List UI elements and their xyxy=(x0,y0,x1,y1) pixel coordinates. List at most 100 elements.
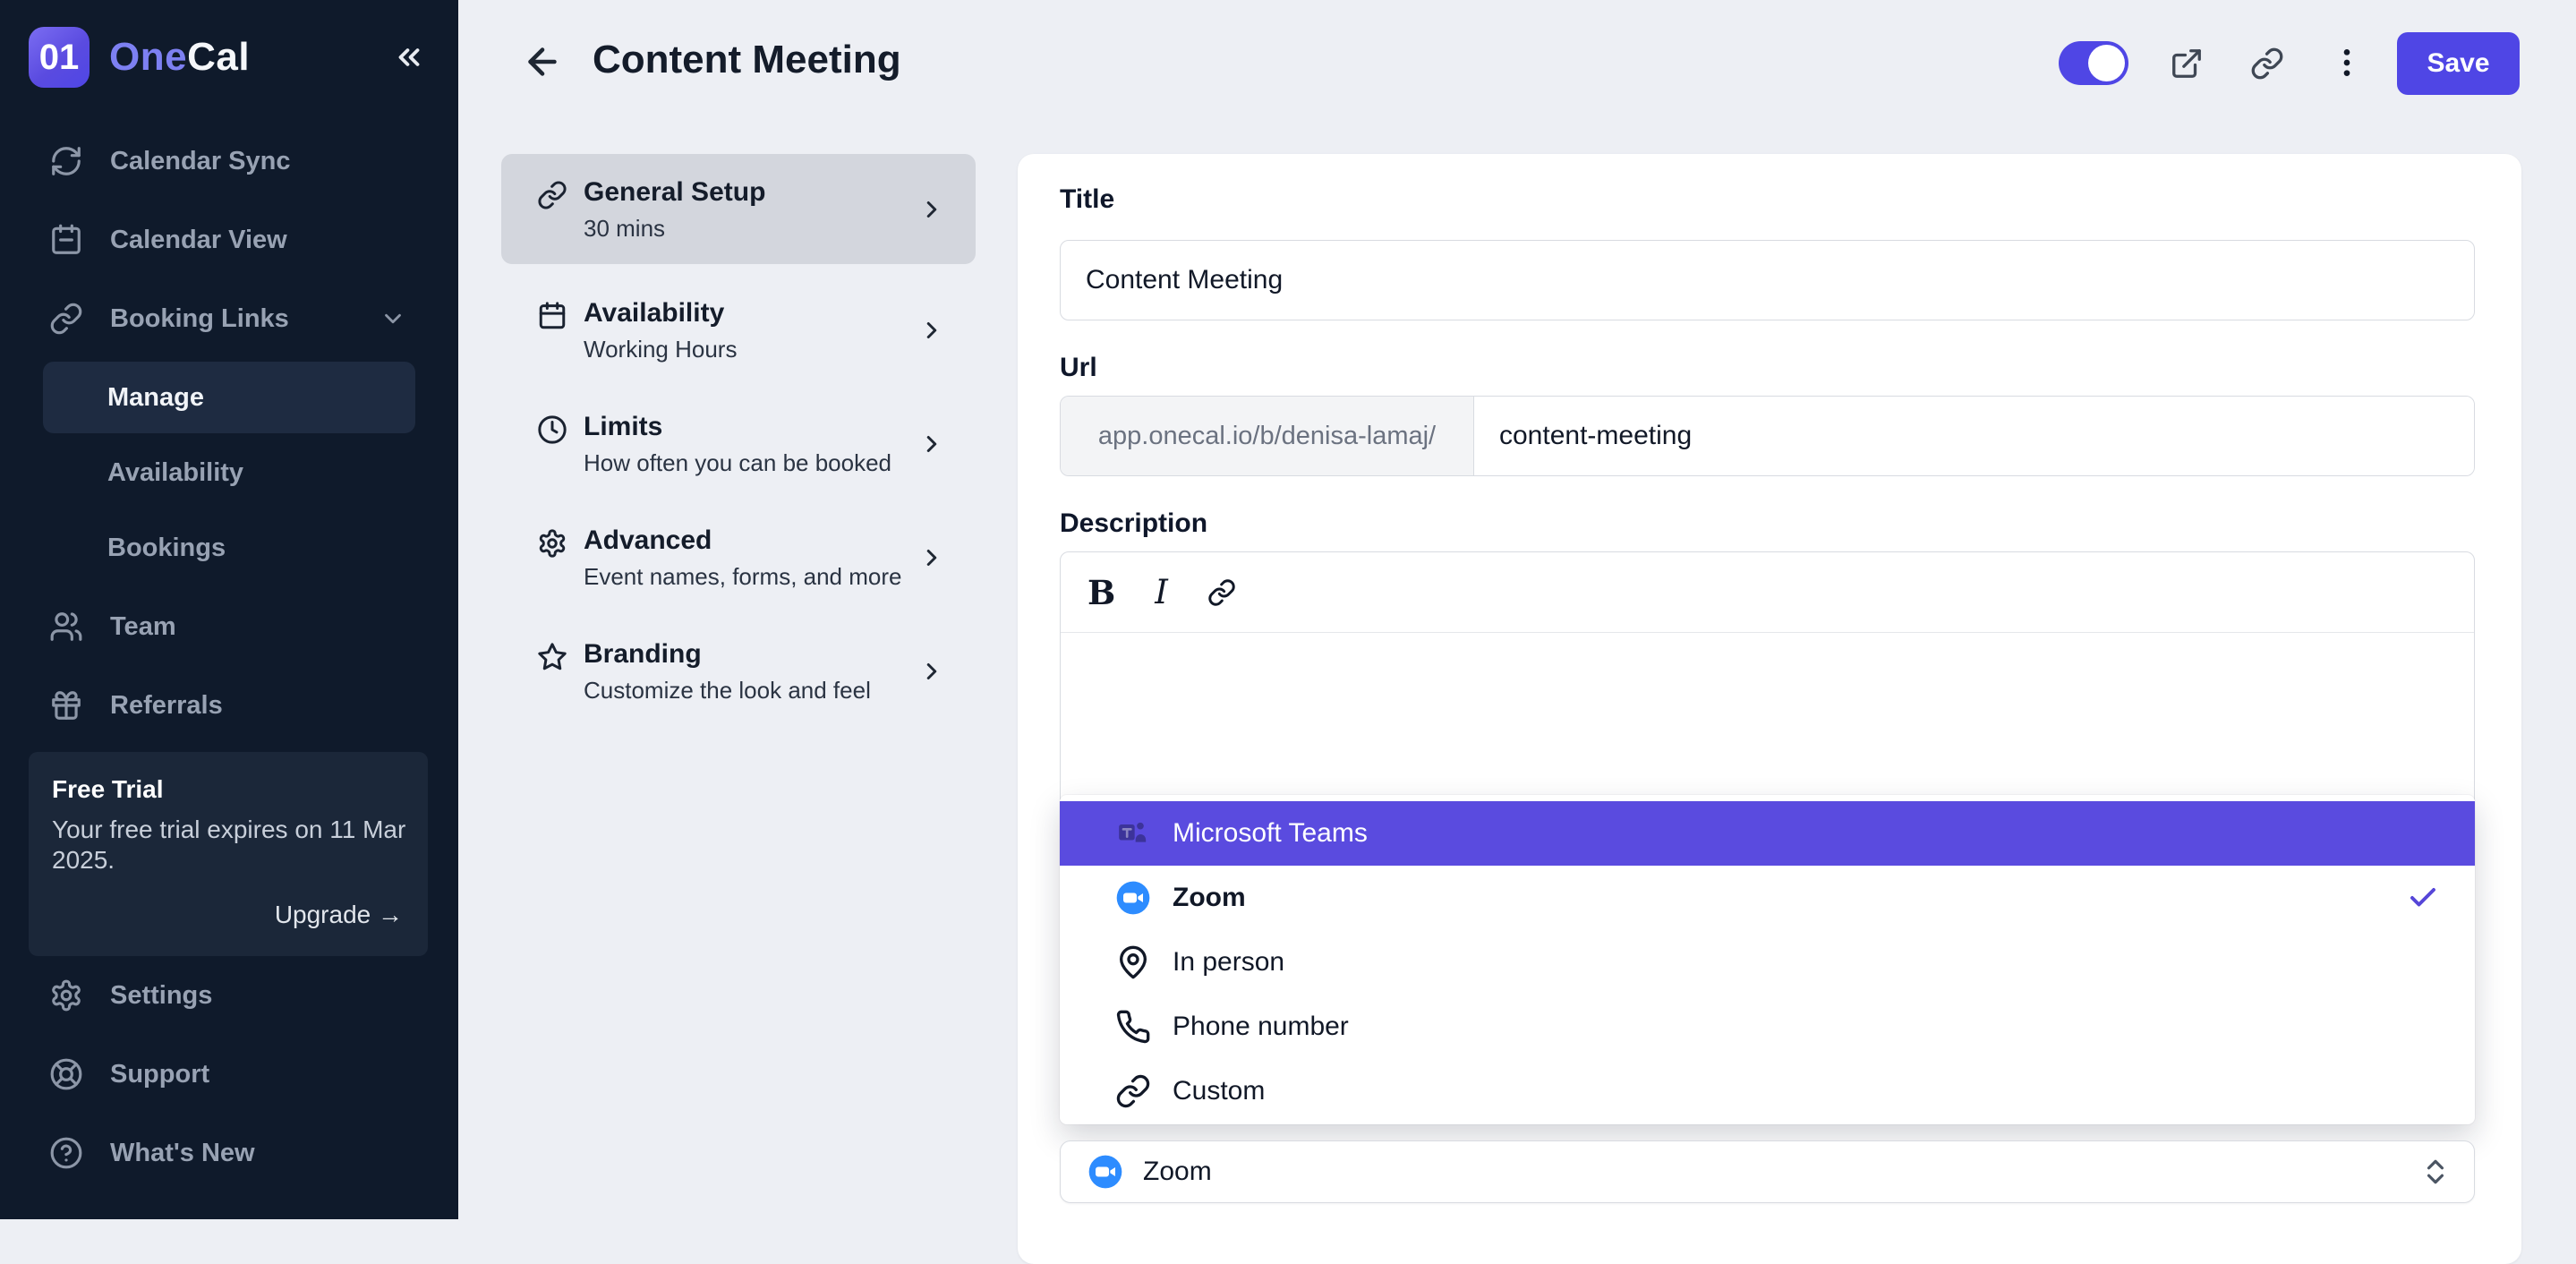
upgrade-link[interactable]: Upgrade → xyxy=(52,901,403,929)
url-field: app.onecal.io/b/denisa-lamaj/ xyxy=(1060,396,2475,476)
sidebar-item-label: Support xyxy=(110,1059,210,1089)
event-form-panel: Title Url app.onecal.io/b/denisa-lamaj/ … xyxy=(1018,154,2521,1264)
brand-name-one: One xyxy=(109,35,188,79)
location-dropdown: Microsoft Teams Zoom In person Phone num… xyxy=(1060,795,2475,1124)
location-option-label: In person xyxy=(1173,947,1285,977)
sidebar-item-support[interactable]: Support xyxy=(0,1035,458,1114)
brand-name: OneCal xyxy=(109,35,250,80)
setup-nav-branding[interactable]: Branding Customize the look and feel xyxy=(501,623,976,719)
setup-nav-availability[interactable]: Availability Working Hours xyxy=(501,282,976,378)
title-input[interactable] xyxy=(1060,240,2475,320)
calendar-icon xyxy=(49,223,83,257)
chevron-right-icon xyxy=(918,431,945,457)
link-icon xyxy=(1207,578,1236,607)
location-select[interactable]: Zoom xyxy=(1060,1140,2475,1203)
gear-icon xyxy=(537,528,567,559)
sidebar-item-label: Calendar Sync xyxy=(110,146,291,175)
setup-item-subtitle: Working Hours xyxy=(584,336,738,363)
sidebar-item-label: What's New xyxy=(110,1138,255,1167)
map-pin-icon xyxy=(1115,944,1151,980)
setup-nav-advanced[interactable]: Advanced Event names, forms, and more xyxy=(501,509,976,605)
url-label: Url xyxy=(1060,353,1097,382)
setup-item-title: Availability xyxy=(584,298,725,328)
sidebar-item-label: Calendar View xyxy=(110,225,287,254)
sidebar-subitem-availability[interactable]: Availability xyxy=(43,437,415,508)
link-icon xyxy=(1115,1073,1151,1109)
free-trial-card: Free Trial Your free trial expires on 11… xyxy=(29,752,428,957)
booking-links-sub-list: Manage Availability Bookings xyxy=(0,362,458,584)
clock-icon xyxy=(537,414,567,445)
chevron-down-icon xyxy=(380,305,406,332)
description-toolbar: B I xyxy=(1061,552,2474,633)
title-label: Title xyxy=(1060,184,1115,214)
url-prefix: app.onecal.io/b/denisa-lamaj/ xyxy=(1061,397,1474,475)
select-stepper-icon xyxy=(2424,1157,2447,1187)
link-icon xyxy=(2250,47,2284,81)
copy-link-button[interactable] xyxy=(2250,47,2284,81)
location-option-in-person[interactable]: In person xyxy=(1060,930,2475,995)
sidebar-item-team[interactable]: Team xyxy=(0,587,458,666)
location-option-label: Microsoft Teams xyxy=(1173,818,1368,848)
event-setup-nav: General Setup 30 mins Availability Worki… xyxy=(501,154,976,719)
location-option-label: Custom xyxy=(1173,1076,1266,1106)
sidebar-nav: Calendar Sync Calendar View Booking Link… xyxy=(0,122,458,745)
insert-link-button[interactable] xyxy=(1207,578,1236,607)
sidebar-item-whats-new[interactable]: What's New xyxy=(0,1114,458,1192)
url-slug-input[interactable] xyxy=(1474,397,2474,475)
chevron-right-icon xyxy=(918,196,945,223)
lifebuoy-icon xyxy=(49,1057,83,1091)
sidebar-footer: Settings Support What's New xyxy=(0,956,458,1237)
help-circle-icon xyxy=(49,1136,83,1170)
open-external-button[interactable] xyxy=(2170,47,2204,81)
brand-name-cal: Cal xyxy=(187,35,251,79)
setup-item-title: Advanced xyxy=(584,525,712,555)
sidebar-subitem-manage[interactable]: Manage xyxy=(43,362,415,433)
location-select-value: Zoom xyxy=(1143,1157,1212,1186)
gear-icon xyxy=(49,978,83,1012)
zoom-icon xyxy=(1088,1154,1123,1190)
chevron-right-icon xyxy=(918,544,945,571)
location-option-microsoft-teams[interactable]: Microsoft Teams xyxy=(1060,801,2475,866)
sidebar-item-referrals[interactable]: Referrals xyxy=(0,666,458,745)
save-button[interactable]: Save xyxy=(2397,32,2520,95)
star-icon xyxy=(537,642,567,672)
sidebar-subitem-bookings[interactable]: Bookings xyxy=(43,512,415,584)
sidebar-item-label: Team xyxy=(110,611,176,641)
collapse-sidebar-button[interactable] xyxy=(392,40,426,74)
setup-nav-general-setup[interactable]: General Setup 30 mins xyxy=(501,154,976,264)
italic-button[interactable]: I xyxy=(1155,573,1168,611)
setup-nav-limits[interactable]: Limits How often you can be booked xyxy=(501,396,976,491)
sidebar-item-booking-links[interactable]: Booking Links xyxy=(0,279,458,358)
free-trial-title: Free Trial xyxy=(52,775,164,803)
sidebar-item-label: Booking Links xyxy=(110,303,289,333)
onecal-logo-icon: 01 xyxy=(29,27,90,88)
page-title: Content Meeting xyxy=(593,38,901,81)
chevron-right-icon xyxy=(918,658,945,685)
sidebar-item-label: Settings xyxy=(110,980,213,1010)
location-option-label: Phone number xyxy=(1173,1012,1349,1041)
location-option-phone-number[interactable]: Phone number xyxy=(1060,995,2475,1059)
gift-icon xyxy=(49,688,83,722)
sidebar-item-label: Referrals xyxy=(110,690,223,720)
zoom-icon xyxy=(1115,880,1151,916)
event-enabled-toggle[interactable] xyxy=(2059,41,2128,85)
calendar-icon xyxy=(537,301,567,331)
sidebar-item-calendar-sync[interactable]: Calendar Sync xyxy=(0,122,458,201)
chevron-right-icon xyxy=(918,317,945,344)
setup-item-subtitle: How often you can be booked xyxy=(584,449,892,476)
sync-icon xyxy=(49,144,83,178)
setup-item-subtitle: 30 mins xyxy=(584,215,666,242)
back-button[interactable] xyxy=(522,41,563,82)
location-option-zoom[interactable]: Zoom xyxy=(1060,866,2475,930)
location-option-label: Zoom xyxy=(1173,883,1246,912)
setup-item-subtitle: Customize the look and feel xyxy=(584,677,871,704)
sidebar-item-calendar-view[interactable]: Calendar View xyxy=(0,201,458,279)
toggle-knob xyxy=(2088,45,2125,81)
more-options-button[interactable] xyxy=(2329,45,2365,81)
description-label: Description xyxy=(1060,508,1208,538)
setup-item-subtitle: Event names, forms, and more xyxy=(584,563,902,590)
users-icon xyxy=(49,610,83,644)
bold-button[interactable]: B xyxy=(1088,573,1115,612)
location-option-custom[interactable]: Custom xyxy=(1060,1059,2475,1123)
sidebar-item-settings[interactable]: Settings xyxy=(0,956,458,1035)
